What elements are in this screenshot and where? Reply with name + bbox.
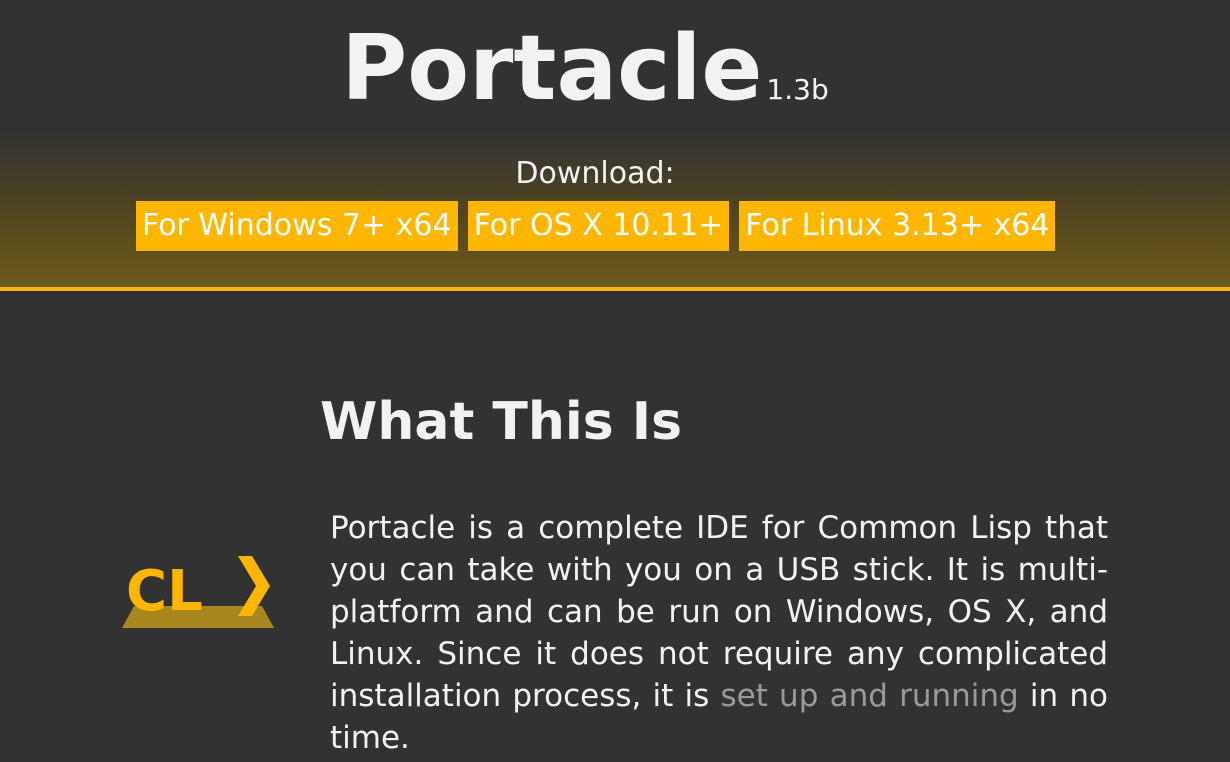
- version-label: 1.3b: [766, 73, 829, 106]
- download-windows-button[interactable]: For Windows 7+ x64: [136, 201, 458, 251]
- site-title: Portacle: [341, 16, 763, 121]
- setup-link[interactable]: set up and running: [720, 678, 1018, 714]
- description: Portacle is a complete IDE for Common Li…: [330, 507, 1108, 759]
- header: Portacle 1.3b Download: For Windows 7+ x6…: [0, 0, 1230, 291]
- title-block: Portacle 1.3b: [0, 16, 1170, 121]
- download-buttons: For Windows 7+ x64 For OS X 10.11+ For L…: [136, 201, 1056, 251]
- download-osx-button[interactable]: For OS X 10.11+: [467, 201, 730, 251]
- section-title: What This Is: [320, 392, 683, 452]
- cl-prompt-logo-icon: CL: [122, 556, 274, 628]
- download-linux-button[interactable]: For Linux 3.13+ x64: [739, 201, 1056, 251]
- download-label: Download:: [515, 156, 675, 191]
- logo-text: CL: [126, 559, 203, 624]
